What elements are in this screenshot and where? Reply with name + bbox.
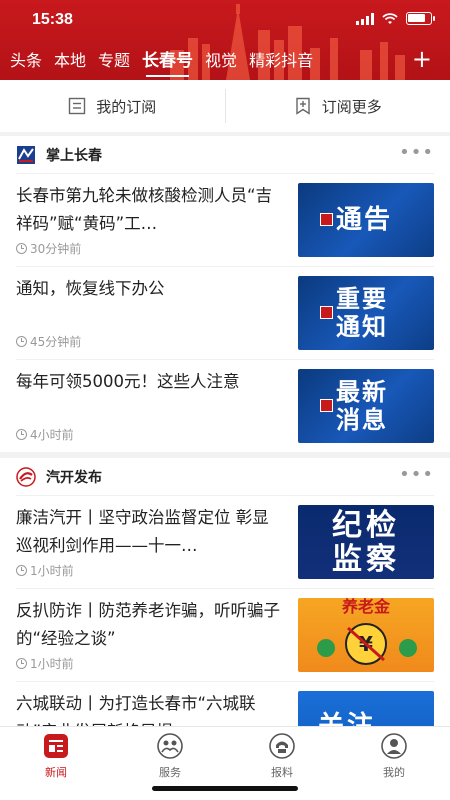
- subscribe-more-button[interactable]: 订阅更多: [226, 80, 450, 132]
- news-feed[interactable]: 掌上长春 ••• 长春市第九轮未做核酸检测人员“吉祥码”赋“黄码”工… 30分钟…: [0, 136, 450, 726]
- article-thumbnail: 最新 消息: [298, 369, 434, 443]
- article-time: 45分钟前: [30, 335, 82, 349]
- tab-visual[interactable]: 视觉: [199, 43, 243, 79]
- tab-local[interactable]: 本地: [48, 43, 92, 79]
- user-icon: [381, 733, 407, 759]
- list-item[interactable]: 六城联动丨为打造长春市“六城联动”产业发展新格局提… 关注: [16, 681, 434, 726]
- list-item[interactable]: 廉洁汽开丨坚守政治监督定位 彰显巡视利剑作用——十一… 1小时前 纪检 监察: [16, 495, 434, 588]
- section-header[interactable]: 汽开发布 •••: [0, 458, 450, 495]
- article-title: 廉洁汽开丨坚守政治监督定位 彰显巡视利剑作用——十一…: [16, 508, 269, 555]
- nav-services[interactable]: 服务: [140, 733, 200, 780]
- article-time: 1小时前: [30, 564, 74, 578]
- clock-icon: [16, 336, 27, 347]
- nav-report[interactable]: 报料: [252, 733, 312, 780]
- section-qikai-fabu: 汽开发布 ••• 廉洁汽开丨坚守政治监督定位 彰显巡视利剑作用——十一… 1小时…: [0, 458, 450, 726]
- article-thumbnail: 关注: [298, 691, 434, 726]
- subscribe-bar: 我的订阅 订阅更多: [0, 80, 450, 132]
- nav-profile-label: 我的: [383, 766, 405, 779]
- subscribe-more-label: 订阅更多: [321, 97, 382, 116]
- article-thumbnail: 养老金 ¥: [298, 598, 434, 672]
- nav-profile[interactable]: 我的: [364, 733, 424, 780]
- home-indicator: [152, 786, 298, 791]
- tab-changchun-hao[interactable]: 长春号: [136, 43, 199, 79]
- signal-icon: [356, 12, 374, 25]
- article-title: 六城联动丨为打造长春市“六城联动”产业发展新格局提…: [16, 694, 256, 726]
- article-title: 长春市第九轮未做核酸检测人员“吉祥码”赋“黄码”工…: [16, 186, 273, 233]
- list-item[interactable]: 每年可领5000元！这些人注意 4小时前 最新 消息: [16, 359, 434, 452]
- add-channel-button[interactable]: +: [412, 42, 432, 76]
- coin-illustration: ¥: [317, 623, 417, 665]
- section-header[interactable]: 掌上长春 •••: [0, 136, 450, 173]
- app-header: 15:38 头条 本地 专题 长春号 视觉 精彩抖音 +: [0, 0, 450, 80]
- seal-icon: [320, 213, 333, 226]
- thumbnail-text: 纪检: [332, 508, 400, 543]
- wifi-icon: [382, 12, 398, 24]
- tab-topics[interactable]: 专题: [92, 43, 136, 79]
- list-item[interactable]: 长春市第九轮未做核酸检测人员“吉祥码”赋“黄码”工… 30分钟前 通告: [16, 173, 434, 266]
- more-options-icon[interactable]: •••: [399, 466, 434, 484]
- section-title: 汽开发布: [46, 469, 102, 486]
- article-thumbnail: 纪检 监察: [298, 505, 434, 579]
- battery-icon: [406, 12, 435, 25]
- zhangshang-changchun-logo-icon: [17, 145, 35, 164]
- article-time: 1小时前: [30, 657, 74, 671]
- thumbnail-text: 通知: [336, 313, 388, 341]
- services-icon: [157, 733, 183, 759]
- seal-icon: [320, 306, 333, 319]
- thumbnail-text: 消息: [336, 406, 388, 434]
- nav-news[interactable]: 新闻: [26, 733, 86, 780]
- my-subscriptions-button[interactable]: 我的订阅: [0, 80, 225, 132]
- seal-icon: [320, 399, 333, 412]
- status-time: 15:38: [32, 11, 73, 28]
- section-zhangshang-changchun: 掌上长春 ••• 长春市第九轮未做核酸检测人员“吉祥码”赋“黄码”工… 30分钟…: [0, 136, 450, 452]
- list-icon: [69, 97, 86, 115]
- clock-icon: [16, 565, 27, 576]
- bookmark-add-icon: [296, 97, 310, 115]
- article-thumbnail: 通告: [298, 183, 434, 257]
- list-item[interactable]: 反扒防诈丨防范养老诈骗，听听骗子的“经验之谈” 1小时前 养老金 ¥: [16, 588, 434, 681]
- phone-icon: [269, 733, 295, 759]
- thumbnail-text: 监察: [332, 542, 400, 577]
- thumbnail-text: 最新: [336, 378, 388, 406]
- thumbnail-text: 重要: [336, 285, 388, 313]
- article-title: 每年可领5000元！这些人注意: [16, 372, 240, 391]
- channel-tabs: 头条 本地 专题 长春号 视觉 精彩抖音: [0, 42, 450, 80]
- list-item[interactable]: 通知，恢复线下办公 45分钟前 重要 通知: [16, 266, 434, 359]
- article-thumbnail: 重要 通知: [298, 276, 434, 350]
- clock-icon: [16, 243, 27, 254]
- nav-news-label: 新闻: [45, 766, 67, 779]
- thumbnail-text: 关注: [318, 711, 377, 726]
- more-options-icon[interactable]: •••: [399, 144, 434, 162]
- thumbnail-text: 通告: [336, 205, 393, 235]
- article-time: 30分钟前: [30, 242, 82, 256]
- nav-report-label: 报料: [271, 766, 293, 779]
- article-title: 通知，恢复线下办公: [16, 279, 165, 298]
- article-title: 反扒防诈丨防范养老诈骗，听听骗子的“经验之谈”: [16, 601, 280, 648]
- qikai-fabu-logo-icon: [16, 466, 36, 487]
- my-subscriptions-label: 我的订阅: [96, 97, 157, 116]
- tab-douyin[interactable]: 精彩抖音: [243, 43, 319, 79]
- clock-icon: [16, 658, 27, 669]
- clock-icon: [16, 429, 27, 440]
- news-icon: [44, 734, 68, 758]
- status-bar: 15:38: [0, 0, 450, 40]
- section-title: 掌上长春: [46, 147, 102, 164]
- tab-headlines[interactable]: 头条: [0, 43, 48, 79]
- nav-services-label: 服务: [159, 766, 181, 779]
- article-time: 4小时前: [30, 428, 74, 442]
